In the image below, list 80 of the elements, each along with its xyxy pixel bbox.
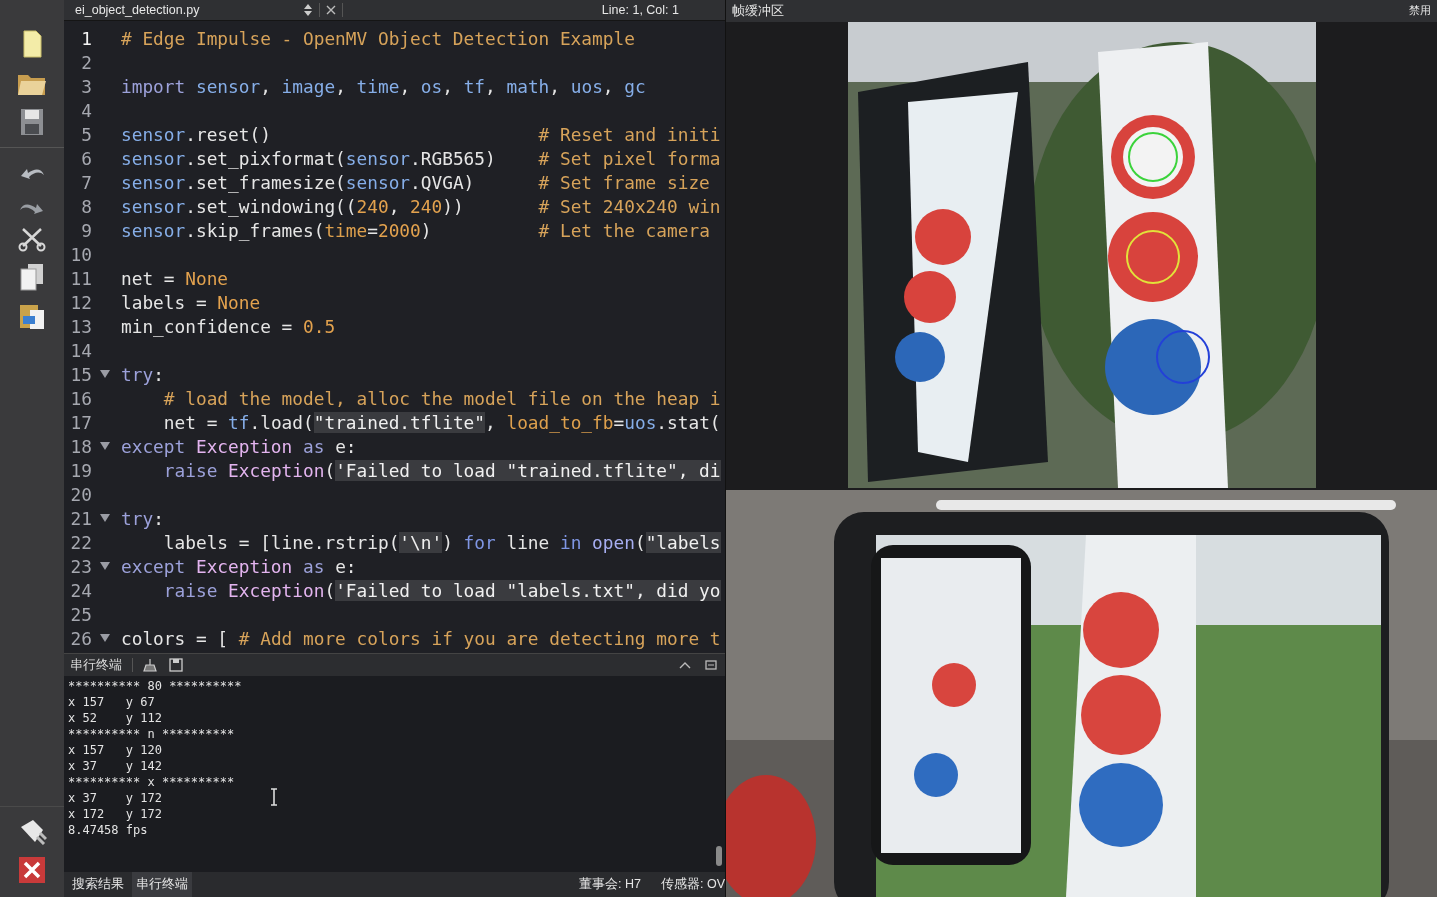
- text-cursor-icon: [270, 788, 278, 806]
- status-text: 传感器: OV: [661, 876, 725, 893]
- scrollbar-thumb[interactable]: [716, 846, 722, 866]
- code-line: labels = None: [121, 291, 261, 313]
- fold-arrow-icon[interactable]: [100, 442, 110, 450]
- paste-icon[interactable]: [18, 302, 46, 330]
- line-number: 25: [69, 603, 92, 625]
- new-file-icon[interactable]: [21, 30, 43, 58]
- code-line: try:: [121, 507, 164, 529]
- panel-title: 帧缓冲区: [732, 2, 784, 20]
- terminal-line: x 172 y 172: [68, 806, 162, 822]
- close-icon[interactable]: [326, 5, 336, 15]
- broom-icon[interactable]: [143, 658, 159, 672]
- line-number: 24: [69, 579, 92, 601]
- fold-arrow-icon[interactable]: [100, 514, 110, 522]
- terminal-line: x 37 y 172: [68, 790, 162, 806]
- line-number: 2: [80, 51, 92, 73]
- line-number: 16: [69, 387, 92, 409]
- line-number: 12: [69, 291, 92, 313]
- fold-arrow-icon[interactable]: [100, 562, 110, 570]
- code-line: colors = [ # Add more colors if you are detecting more t: [121, 627, 721, 649]
- terminal-line: x 157 y 120: [68, 742, 162, 758]
- line-number: 4: [80, 99, 92, 121]
- cursor-position: Line: 1, Col: 1: [601, 3, 679, 17]
- code-line: # load the model, alloc the model file on the heap i: [162, 387, 721, 409]
- code-line: sensor.reset() # Reset and initi: [121, 123, 721, 145]
- panel-tab[interactable]: 串行终端: [132, 872, 192, 897]
- code-line: sensor.set_pixformat(sensor.RGB565) # Set pixel forma: [121, 147, 721, 169]
- line-number: 8: [80, 195, 92, 217]
- line-number: 14: [69, 339, 92, 361]
- line-number: 15: [69, 363, 92, 385]
- line-number: 18: [69, 435, 92, 457]
- terminal-line: ********** 80 **********: [68, 678, 242, 694]
- terminal-line: 8.47458 fps: [68, 822, 148, 838]
- terminal-line: ********** x **********: [68, 774, 235, 790]
- scissors-icon[interactable]: [17, 226, 47, 252]
- code-line: except Exception as e:: [121, 435, 357, 457]
- line-number: 21: [69, 507, 92, 529]
- code-line: # Edge Impulse - OpenMV Object Detection Example: [121, 27, 635, 49]
- terminal-line: x 157 y 67: [68, 694, 155, 710]
- disable-label[interactable]: 禁用: [1409, 4, 1431, 18]
- up-down-arrows-icon[interactable]: [303, 3, 313, 17]
- code-line: net = tf.load("trained.tflite", load_to_fb=uos.stat(: [162, 411, 721, 433]
- maximize-icon[interactable]: [705, 660, 717, 670]
- code-line: except Exception as e:: [121, 555, 357, 577]
- code-line: net = None: [121, 267, 229, 289]
- code-line: try:: [121, 363, 164, 385]
- line-number: 6: [80, 147, 92, 169]
- line-number: 20: [69, 483, 92, 505]
- code-line: sensor.set_framesize(sensor.QVGA) # Set frame size: [121, 171, 710, 193]
- code-line: import sensor, image, time, os, tf, math, uos, gc: [121, 75, 646, 97]
- line-number: 19: [69, 459, 92, 481]
- line-number: 7: [80, 171, 92, 193]
- caret-up-icon[interactable]: [679, 661, 691, 669]
- terminal-line: x 52 y 112: [68, 710, 162, 726]
- line-number: 5: [80, 123, 92, 145]
- line-number: 3: [80, 75, 92, 97]
- status-text: 董事会: H7: [579, 876, 641, 893]
- line-number: 10: [69, 243, 92, 265]
- code-line: min_confidence = 0.5: [121, 315, 336, 337]
- line-number: 23: [69, 555, 92, 577]
- terminal-line: x 37 y 142: [68, 758, 162, 774]
- line-number: 22: [69, 531, 92, 553]
- line-number: 26: [69, 627, 92, 649]
- terminal-line: ********** n **********: [68, 726, 235, 742]
- copy-icon[interactable]: [20, 263, 44, 291]
- file-name[interactable]: ei_object_detection.py: [75, 3, 297, 17]
- code-line: labels = [line.rstrip('\n') for line in open("labels: [162, 531, 721, 553]
- code-line: sensor.skip_frames(time=2000) # Let the camera: [121, 219, 710, 241]
- fold-arrow-icon[interactable]: [100, 634, 110, 642]
- code-line: sensor.set_windowing((240, 240)) # Set 240x240 win: [121, 195, 721, 217]
- line-number: 17: [69, 411, 92, 433]
- line-number: 1: [80, 27, 92, 49]
- line-number: 13: [69, 315, 92, 337]
- panel-tab[interactable]: 搜索结果: [68, 872, 128, 897]
- close-icon[interactable]: [18, 856, 46, 884]
- line-number: 9: [80, 219, 92, 241]
- panel-title: 串行终端: [70, 656, 122, 674]
- fold-arrow-icon[interactable]: [100, 370, 110, 378]
- line-number: 11: [69, 267, 92, 289]
